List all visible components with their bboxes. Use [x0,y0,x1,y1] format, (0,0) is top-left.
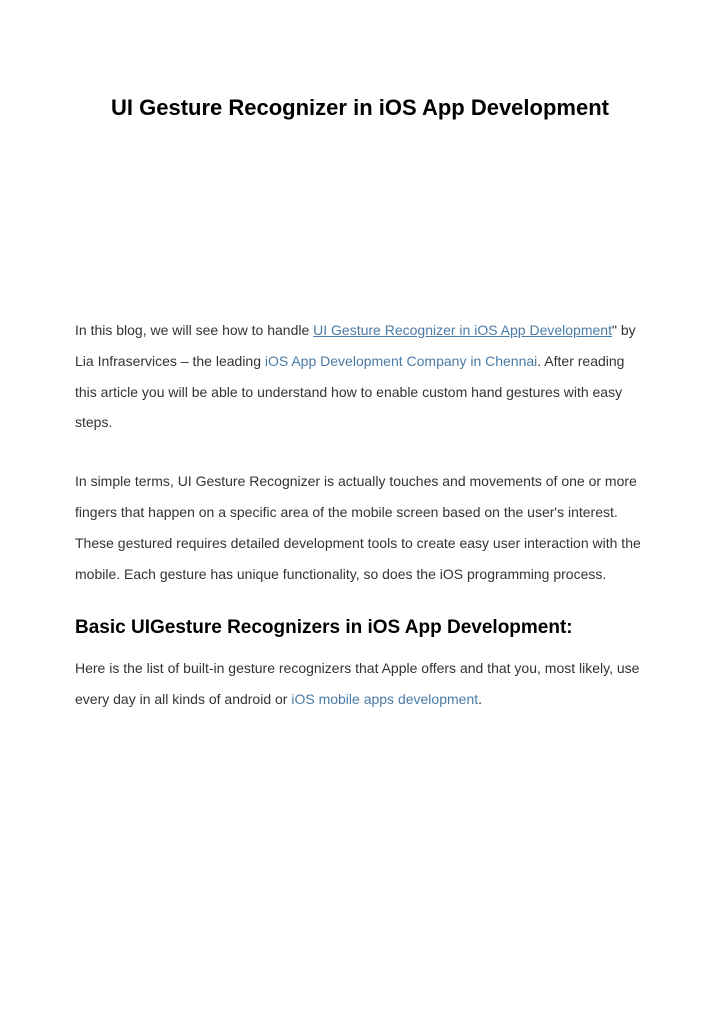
section-heading: Basic UIGesture Recognizers in iOS App D… [75,617,645,639]
intro-prefix: In this blog, we will see how to handle [75,322,313,338]
link-ios-company-chennai[interactable]: iOS App Development Company in Chennai [265,353,537,369]
list-intro-suffix: . [478,691,482,707]
list-intro-paragraph: Here is the list of built-in gesture rec… [75,653,645,715]
link-ios-mobile-apps[interactable]: iOS mobile apps development [291,691,478,707]
intro-paragraph: In this blog, we will see how to handle … [75,315,645,438]
link-ui-gesture-recognizer[interactable]: UI Gesture Recognizer in iOS App Develop… [313,322,612,338]
body-paragraph: In simple terms, UI Gesture Recognizer i… [75,466,645,589]
page-title: UI Gesture Recognizer in iOS App Develop… [75,80,645,135]
